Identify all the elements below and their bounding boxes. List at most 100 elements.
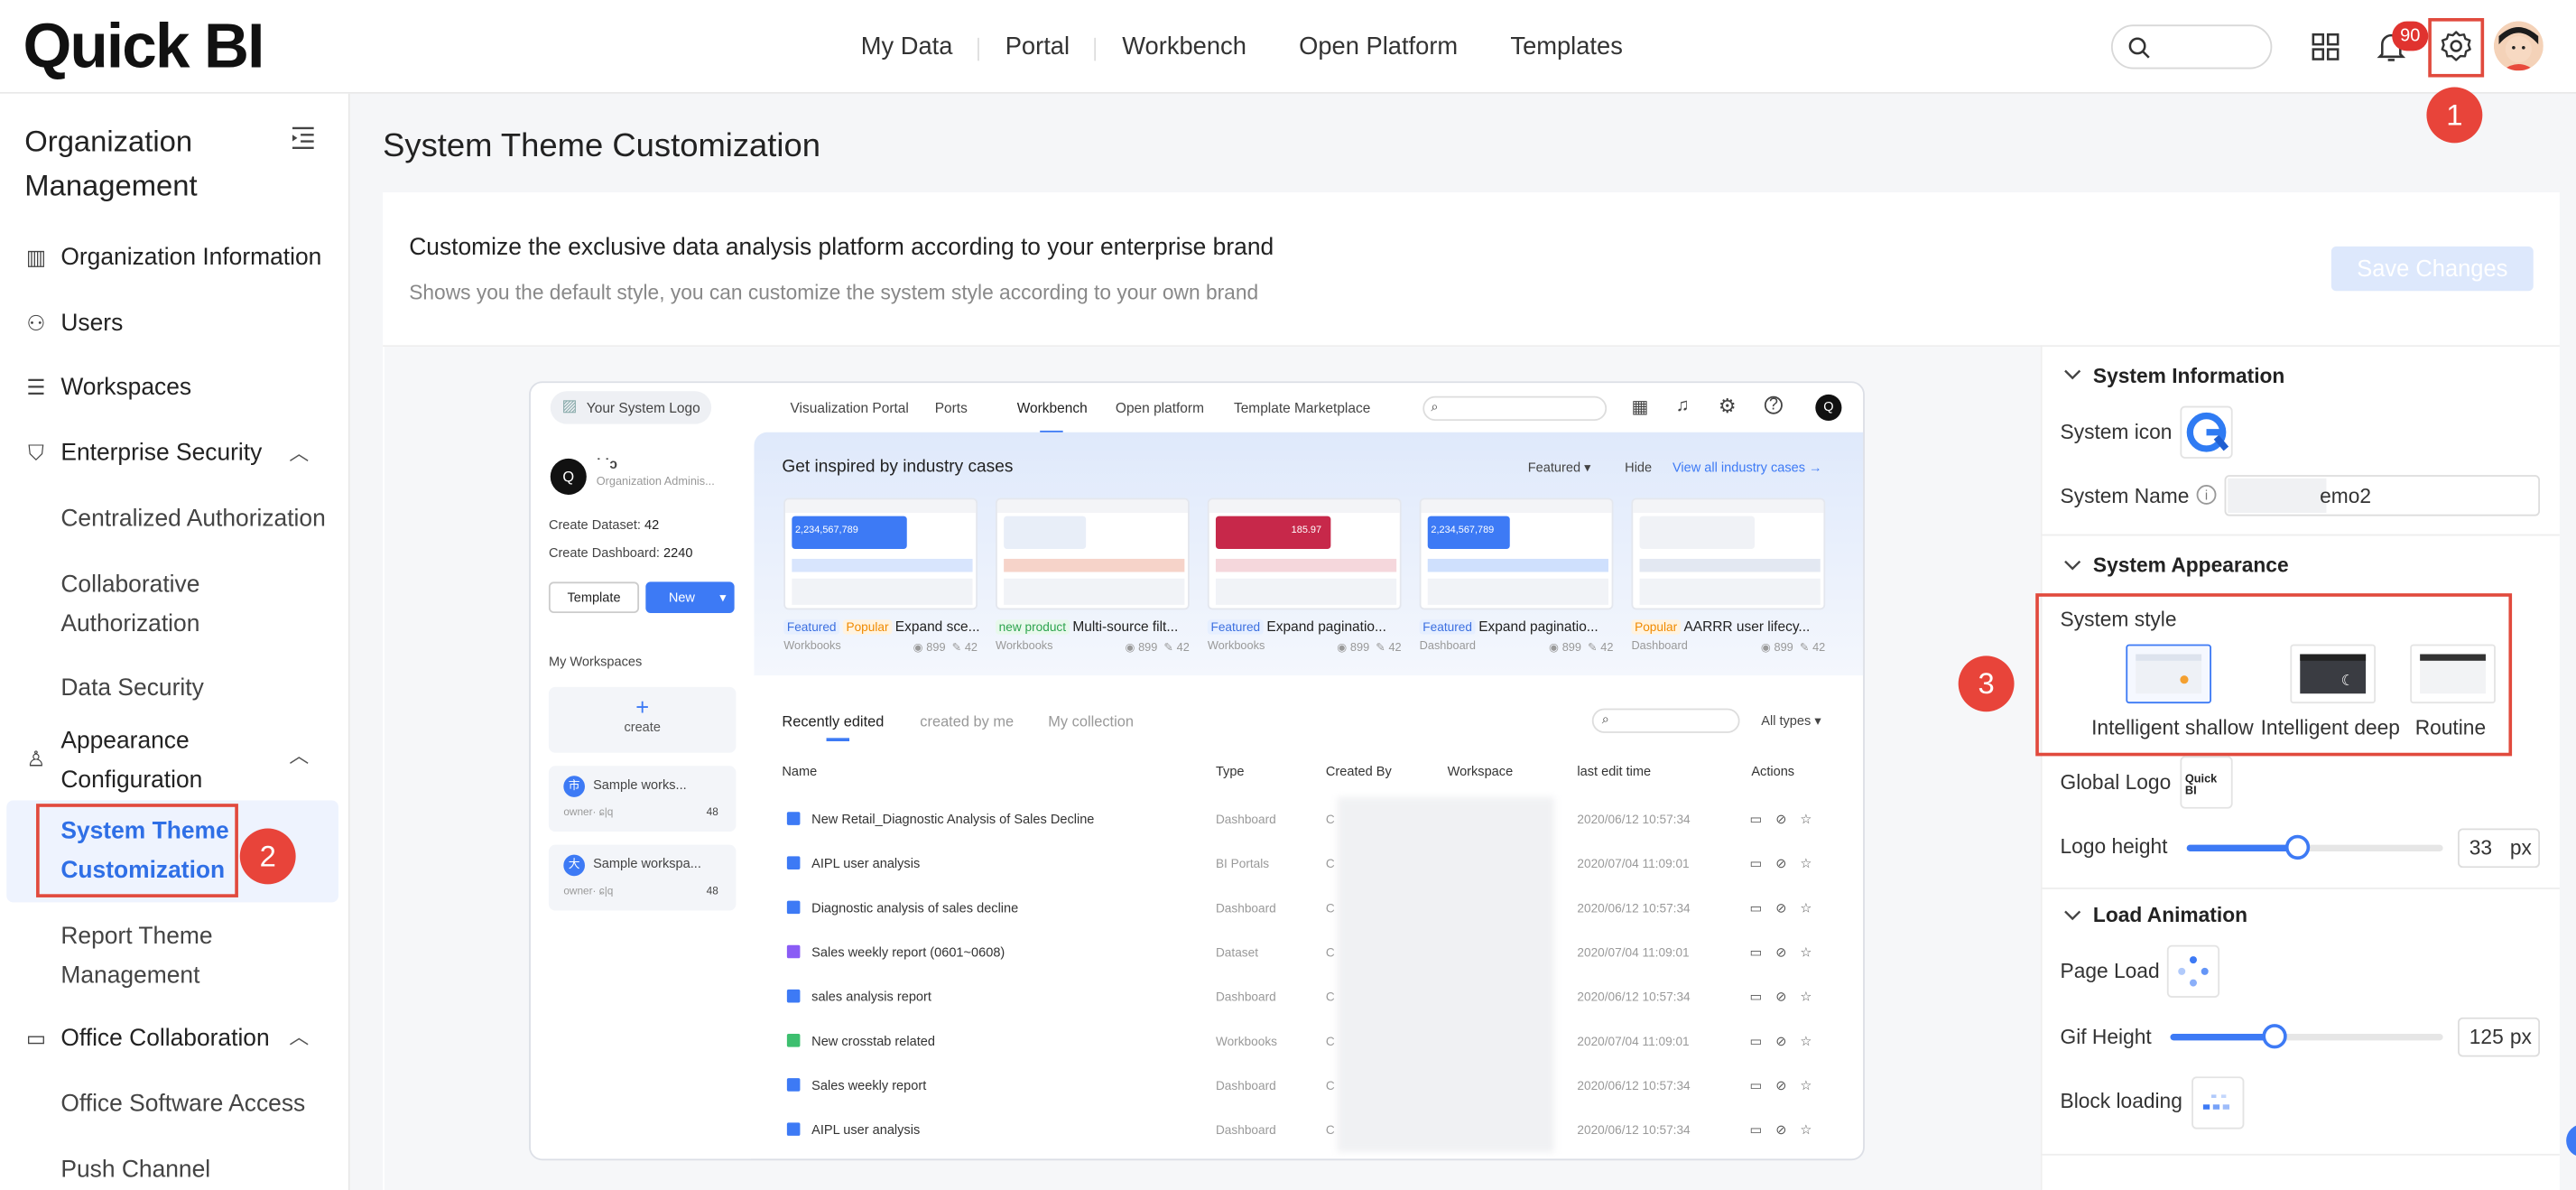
mock-view-all: View all industry cases → [1672, 460, 1822, 476]
file-type-icon [786, 1078, 801, 1092]
system-name-input[interactable]: emo2 [2224, 475, 2541, 516]
building-icon: ▥ [25, 245, 47, 270]
floating-help-button[interactable] [2566, 1124, 2576, 1157]
sidebar-item-data-security[interactable]: Data Security [60, 669, 331, 709]
section-system-info[interactable]: System Information [2093, 365, 2284, 387]
search-icon [2128, 37, 2150, 59]
logo-height-input[interactable]: 33 px [2458, 828, 2541, 869]
sidebar-item-push-channel[interactable]: Push Channel [60, 1150, 331, 1190]
row-time: 2020/07/04 11:09:01 [1577, 1034, 1690, 1049]
mock-workspace-card: 大 Sample workspa... owner· ɕ|q 48 [548, 844, 737, 911]
table-row: Diagnostic analysis of sales decline Dash… [781, 886, 1832, 930]
sidebar-item-label: Enterprise Security [60, 440, 263, 467]
row-actions: ▭ ⊘ ☆ [1749, 812, 1817, 827]
section-system-appearance[interactable]: System Appearance [2093, 553, 2289, 576]
col-created-by: Created By [1325, 764, 1392, 779]
mock-create-box: + create [548, 686, 737, 753]
nav-portal[interactable]: Portal [979, 33, 1097, 61]
chevron-up-icon[interactable]: ︿ [289, 741, 309, 769]
sidebar-item-appearance[interactable]: ♙ Appearance Configuration [24, 721, 241, 800]
slider-handle[interactable] [2262, 1024, 2287, 1049]
row-time: 2020/06/12 10:57:34 [1577, 1122, 1691, 1138]
row-type: Workbooks [1215, 1034, 1278, 1049]
page-title: System Theme Customization [383, 127, 821, 165]
row-time: 2020/06/12 10:57:34 [1577, 989, 1691, 1005]
quick-bi-logo[interactable]: Quick BI [23, 14, 264, 84]
mock-user-avatar: Q [550, 458, 587, 495]
notification-badge: 90 [2392, 21, 2429, 51]
sidebar-item-centralized-auth[interactable]: Centralized Authorization [60, 499, 331, 539]
chevron-down-icon[interactable] [2063, 909, 2081, 923]
case-title: Popular AARRR user lifecy... [1631, 618, 1810, 635]
section-load-animation[interactable]: Load Animation [2093, 904, 2247, 926]
case-title: Featured Popular Expand sce... [783, 618, 980, 635]
workspace-badge-icon: 市 [563, 776, 585, 797]
file-type-icon [786, 989, 801, 1003]
chevron-up-icon[interactable]: ︿ [289, 439, 309, 467]
system-icon-upload[interactable] [2180, 405, 2233, 459]
row-actions: ▭ ⊘ ☆ [1749, 989, 1817, 1005]
sidebar-item-collab-auth[interactable]: Collaborative Authorization [60, 565, 241, 644]
sidebar-title: Organization Management [24, 125, 198, 202]
row-created-by: C [1325, 900, 1335, 916]
nav-my-data[interactable]: My Data [835, 33, 979, 61]
save-changes-button[interactable]: Save Changes [2330, 246, 2534, 292]
nav-templates[interactable]: Templates [1484, 33, 1649, 60]
row-type: Dataset [1215, 944, 1259, 961]
divider [2042, 534, 2560, 536]
avatar[interactable] [2494, 21, 2544, 71]
chevron-down-icon[interactable] [2063, 368, 2081, 382]
plus-icon: + [635, 693, 650, 721]
mock-tab-by-me: created by me [920, 713, 1015, 730]
sidebar-item-workspaces[interactable]: ☰ Workspaces [24, 375, 191, 401]
slider-handle[interactable] [2285, 834, 2311, 860]
row-name: AIPL user analysis [811, 856, 921, 871]
file-type-icon [786, 1122, 801, 1136]
case-tag: new product [996, 619, 1070, 635]
chevron-up-icon[interactable]: ︿ [289, 1022, 309, 1050]
collapse-sidebar-icon[interactable] [291, 126, 315, 150]
avatar-image [2494, 21, 2544, 71]
case-stats: Workbooks ◉ 899 ✎ 42 [996, 640, 1190, 655]
sidebar: Organization Management ▥ Organization In… [0, 93, 350, 1190]
card-headline: Customize the exclusive data analysis pl… [409, 235, 1274, 262]
sidebar-item-office-collab[interactable]: ▭ Office Collaboration [24, 1026, 270, 1052]
sidebar-item-report-theme[interactable]: Report Theme Management [60, 917, 241, 996]
table-row: AIPL user analysis BI Portals C 2020/07/04 … [781, 841, 1832, 886]
search-icon: ⌕ [1601, 711, 1609, 727]
slider-fill [2186, 844, 2297, 851]
col-actions: Actions [1751, 764, 1795, 779]
logo-height-slider[interactable] [2186, 834, 2443, 860]
app-root: Quick BI My Data Portal Workbench Open P… [0, 0, 2576, 1190]
image-icon: ▨ [561, 397, 578, 416]
gif-height-input[interactable]: 125 px [2458, 1017, 2541, 1057]
unit-label: px [2509, 1025, 2532, 1049]
workspace-name: Sample workspa... [593, 856, 701, 871]
sidebar-item-org-info[interactable]: ▥ Organization Information [24, 245, 322, 271]
search-input[interactable] [2110, 24, 2273, 70]
table-row: New crosstab related Workbooks C 2020/07/04… [781, 1019, 1832, 1064]
sidebar-item-office-access[interactable]: Office Software Access [60, 1084, 331, 1124]
nav-open-platform[interactable]: Open Platform [1273, 33, 1484, 60]
mock-nav-portal: Visualization Portal [790, 399, 909, 416]
workspace-owner: owner· ɕ|q [563, 886, 614, 897]
sidebar-item-enterprise-security[interactable]: ⛉ Enterprise Security [24, 441, 262, 467]
file-type-icon [786, 900, 801, 915]
highlight-box-system-theme [36, 804, 238, 897]
chevron-down-icon[interactable] [2063, 559, 2081, 572]
info-icon[interactable]: i [2196, 485, 2217, 505]
page-load-upload[interactable] [2166, 944, 2220, 998]
thumb-kpi: 2,234,567,789 [1431, 525, 1495, 536]
gif-height-slider[interactable] [2170, 1024, 2443, 1049]
file-type-icon [786, 856, 801, 869]
workspace-count: 48 [706, 806, 718, 819]
global-logo-upload[interactable]: Quick BI [2180, 756, 2233, 809]
case-title: Featured Expand paginatio... [1419, 618, 1598, 635]
row-type: Dashboard [1215, 812, 1276, 827]
block-loading-upload[interactable] [2191, 1076, 2245, 1130]
grid-icon[interactable] [2312, 33, 2340, 60]
nav-workbench[interactable]: Workbench [1096, 33, 1273, 60]
table-row: sales analysis report Dashboard C 2020/06/1… [781, 974, 1832, 1018]
theme-preview-mockup: ▨ Your System Logo Visualization Portal … [529, 381, 1865, 1161]
sidebar-item-users[interactable]: ⚇ Users [24, 311, 123, 337]
